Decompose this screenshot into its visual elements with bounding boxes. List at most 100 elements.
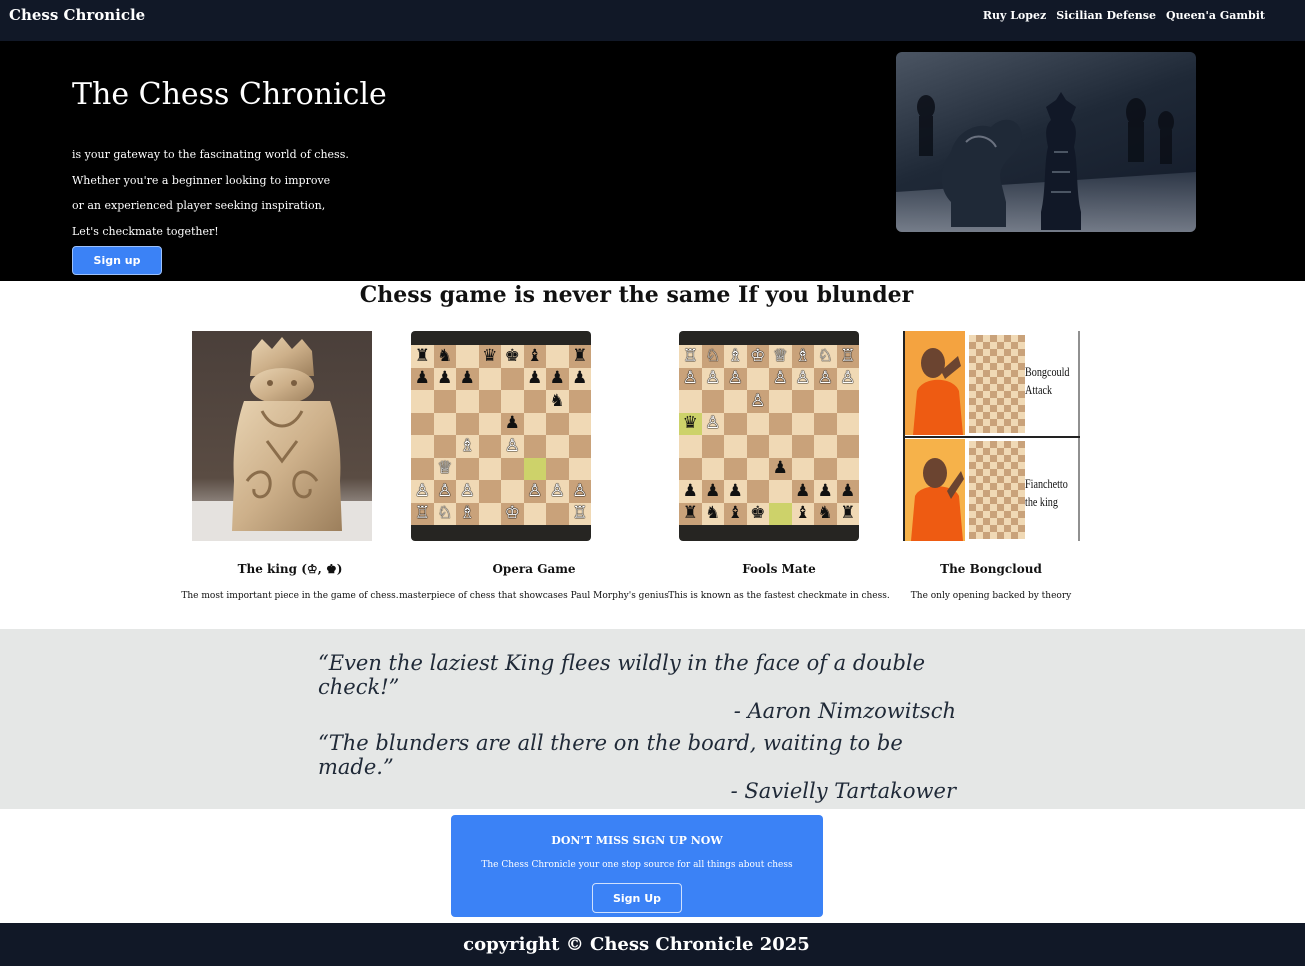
- nav-link-sicilian-defense[interactable]: Sicilian Defense: [1056, 9, 1156, 22]
- nav-link-ruy-lopez[interactable]: Ruy Lopez: [983, 9, 1046, 22]
- meme-board-square: [1018, 518, 1025, 525]
- board-square: ♙: [456, 480, 479, 503]
- board-square: ♙: [769, 367, 792, 390]
- board-square: [546, 502, 569, 525]
- meme-caption-top-line: Attack: [1025, 382, 1053, 397]
- board-square: ♙: [724, 367, 747, 390]
- meme-board-square: [976, 490, 983, 497]
- meme-board-square: [969, 490, 976, 497]
- board-square: [478, 435, 501, 458]
- meme-board-square: [1011, 335, 1018, 342]
- board-square: [836, 457, 859, 480]
- board-square: [478, 480, 501, 503]
- hero-chess-pieces-image: [896, 52, 1196, 232]
- meme-board-square: [969, 342, 976, 349]
- board-square: [679, 457, 702, 480]
- meme-board-square: [1004, 497, 1011, 504]
- meme-board-square: [997, 525, 1004, 532]
- meme-board-square: [990, 419, 997, 426]
- meme-board-square: [997, 532, 1004, 539]
- card-title-bongcloud: The Bongcloud: [940, 562, 1042, 576]
- meme-board-square: [1004, 419, 1011, 426]
- meme-board-square: [969, 363, 976, 370]
- meme-board-square: [997, 504, 1004, 511]
- board-square: [478, 502, 501, 525]
- meme-board-square: [1011, 469, 1018, 476]
- quote-author: - Aaron Nimzowitsch: [733, 699, 956, 723]
- meme-board-square: [1004, 504, 1011, 511]
- meme-board-square: [983, 349, 990, 356]
- meme-board-square: [1018, 532, 1025, 539]
- meme-board-square: [1011, 511, 1018, 518]
- meme-board-square: [1004, 518, 1011, 525]
- card-image-king: [192, 331, 372, 541]
- meme-board-square: [990, 511, 997, 518]
- meme-board-square: [1004, 490, 1011, 497]
- board-square: ♙: [523, 480, 546, 503]
- meme-board-square: [1011, 405, 1018, 412]
- meme-board-square: [969, 476, 976, 483]
- meme-board-square: [969, 455, 976, 462]
- nav-link-queens-gambit[interactable]: Queen'a Gambit: [1166, 9, 1265, 22]
- board-square: ♟: [411, 367, 434, 390]
- meme-board-square: [983, 462, 990, 469]
- meme-board-square: [976, 525, 983, 532]
- meme-board-square: [997, 398, 1004, 405]
- board-square: ♙: [791, 367, 814, 390]
- meme-board-square: [969, 462, 976, 469]
- card-desc-king: The most important piece in the game of …: [181, 591, 399, 601]
- board-square: ♝: [523, 345, 546, 368]
- meme-board-square: [1004, 448, 1011, 455]
- meme-board-square: [1018, 490, 1025, 497]
- board-square: ♙: [746, 390, 769, 413]
- board-square: ♞: [546, 390, 569, 413]
- card-desc-fools-mate: This is known as the fastest checkmate i…: [668, 591, 890, 601]
- board-square: ♟: [836, 480, 859, 503]
- hero-signup-button[interactable]: Sign up: [72, 246, 162, 275]
- board-square: ♙: [836, 367, 859, 390]
- board-square: [456, 390, 479, 413]
- board-square: [433, 412, 456, 435]
- hero-section: The Chess Chronicle is your gateway to t…: [0, 41, 1305, 281]
- meme-board-square: [1011, 525, 1018, 532]
- meme-board-square: [983, 455, 990, 462]
- board-square: [478, 390, 501, 413]
- board-square: ♜: [679, 502, 702, 525]
- meme-board-square: [1018, 391, 1025, 398]
- signup-cta-box: DON'T MISS SIGN UP NOW The Chess Chronic…: [451, 815, 823, 917]
- meme-board-square: [1018, 363, 1025, 370]
- meme-board-square: [1011, 426, 1018, 433]
- meme-board-square: [1011, 363, 1018, 370]
- board-square: [411, 457, 434, 480]
- board-square: [746, 435, 769, 458]
- meme-board-square: [1018, 398, 1025, 405]
- meme-caption-bottom: Fianchetto the king: [1025, 475, 1068, 511]
- brand-logo-text[interactable]: Chess Chronicle: [9, 6, 145, 24]
- meme-board-square: [997, 448, 1004, 455]
- meme-board-square: [1004, 356, 1011, 363]
- board-square: [791, 435, 814, 458]
- meme-board-square: [997, 511, 1004, 518]
- top-navbar: Chess Chronicle Ruy Lopez Sicilian Defen…: [0, 0, 1305, 41]
- meme-board-square: [997, 377, 1004, 384]
- meme-board-square: [990, 398, 997, 405]
- meme-board-square: [983, 483, 990, 490]
- meme-board-square: [990, 504, 997, 511]
- meme-board-square: [983, 391, 990, 398]
- meme-board-square: [969, 448, 976, 455]
- cta-signup-button[interactable]: Sign Up: [592, 883, 682, 913]
- meme-board-square: [997, 462, 1004, 469]
- board-square: [478, 412, 501, 435]
- meme-board-square: [969, 349, 976, 356]
- board-square: [814, 435, 837, 458]
- meme-board-square: [983, 426, 990, 433]
- meme-board-square: [969, 532, 976, 539]
- board-square: [746, 480, 769, 503]
- meme-board-square: [983, 412, 990, 419]
- meme-board-square: [1004, 525, 1011, 532]
- meme-board-square: [1018, 377, 1025, 384]
- board-square: ♗: [456, 502, 479, 525]
- board-square: ♙: [433, 480, 456, 503]
- meme-board-square: [976, 363, 983, 370]
- meme-board-square: [990, 490, 997, 497]
